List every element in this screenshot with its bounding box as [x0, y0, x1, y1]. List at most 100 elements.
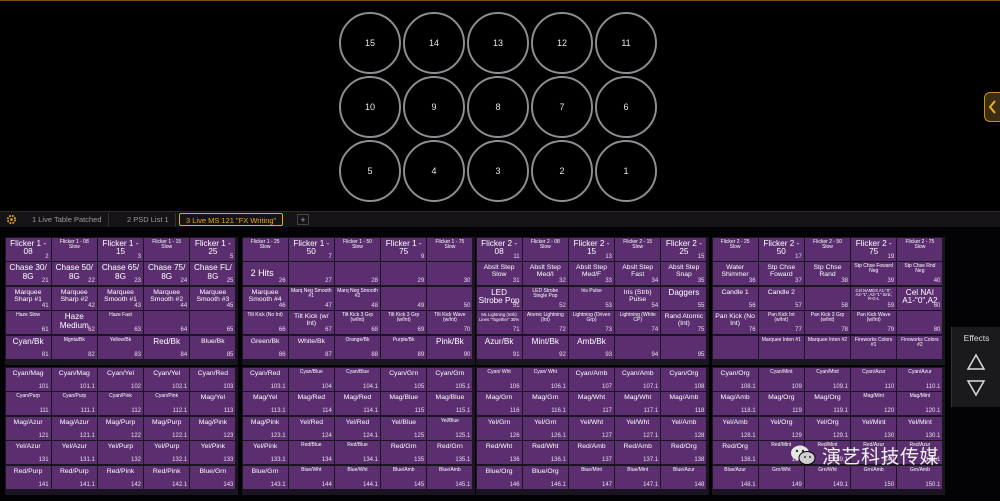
channel-circle[interactable]: 10: [339, 76, 401, 138]
effect-tile[interactable]: Mag/Yel 113: [190, 392, 236, 416]
effect-tile[interactable]: Flicker 1 - 75 Slow: [427, 237, 473, 261]
effect-tile[interactable]: Cyan/Mag 101.1: [51, 367, 97, 391]
arrow-up-icon[interactable]: [966, 353, 986, 371]
effect-tile[interactable]: Lightning (Driven Grp) 73: [569, 311, 614, 335]
effect-tile[interactable]: Marquee Smooth #3 45: [190, 286, 236, 310]
effect-tile[interactable]: Mag/Blue 115.1: [427, 392, 473, 416]
arrow-down-icon[interactable]: [966, 379, 986, 397]
effect-tile[interactable]: 27: [288, 262, 334, 286]
effect-tile[interactable]: Yel/Azur 131.1: [51, 441, 97, 465]
effect-tile[interactable]: Mag/Grn 116.1: [522, 392, 568, 416]
effect-tile[interactable]: Flicker 2 - 15 13: [569, 237, 614, 261]
effect-tile[interactable]: 80: [897, 311, 943, 335]
effect-tile[interactable]: Candle 1 56: [712, 286, 758, 310]
effect-tile[interactable]: Yel/Grn 126: [476, 416, 522, 440]
effect-tile[interactable]: 28: [335, 262, 380, 286]
effect-tile[interactable]: Cyan/Red 103: [190, 367, 236, 391]
effect-tile[interactable]: Yel/Wht 127.1: [615, 416, 661, 440]
effect-tile[interactable]: Haze Medium 62: [51, 311, 97, 335]
effect-tile[interactable]: Mag/Wht 117.1: [615, 392, 661, 416]
effect-tile[interactable]: 94: [615, 335, 661, 359]
effect-tile[interactable]: Blue/Azur 148: [661, 465, 707, 489]
effect-tile[interactable]: Cel NAMES A1-"0", A2-"1", A3-"1" Sink, R…: [851, 286, 897, 310]
channel-circle[interactable]: 11: [595, 12, 657, 74]
effect-tile[interactable]: Cyan/Amb 107: [569, 367, 614, 391]
channel-circle[interactable]: 12: [531, 12, 593, 74]
effect-tile[interactable]: [712, 335, 758, 359]
effect-tile[interactable]: Tilt Kick (No Int) 66: [242, 311, 288, 335]
effect-tile[interactable]: Yel/Mint 130: [851, 416, 897, 440]
effect-tile[interactable]: Red/Wht 136.1: [522, 441, 568, 465]
effect-tile[interactable]: Mag/Purp 122.1: [144, 416, 190, 440]
effect-tile[interactable]: Water Shimmer 36: [712, 262, 758, 286]
effect-tile[interactable]: Yel/Red 124.1: [335, 416, 380, 440]
effect-tile[interactable]: Flicker 1 - 08 Slow: [51, 237, 97, 261]
effect-tile[interactable]: Yel/Grn 126.1: [522, 416, 568, 440]
effect-tile[interactable]: Cyan/Pink 112.1: [144, 392, 190, 416]
effect-tile[interactable]: Mag/Blue 115: [381, 392, 427, 416]
effect-tile[interactable]: Yel/Blue 125.1: [427, 416, 473, 440]
effect-tile[interactable]: Iris Pulse 53: [569, 286, 614, 310]
effect-tile[interactable]: 58: [805, 286, 850, 310]
effect-tile[interactable]: Blue/Org 146.1: [522, 465, 568, 489]
effect-tile[interactable]: Yel/Purp 132: [98, 441, 143, 465]
effect-tile[interactable]: Fireworks Colors #2: [897, 335, 943, 359]
effect-tile[interactable]: Flicker 2 - 25 Slow: [712, 237, 758, 261]
effect-tile[interactable]: Flicker 1 - 50 7: [288, 237, 334, 261]
effect-tile[interactable]: Cel NAI A1-"0",A2 60: [897, 286, 943, 310]
effect-tile[interactable]: Mag/Purp 122: [98, 416, 143, 440]
effect-tile[interactable]: Red/Pink 142: [98, 465, 143, 489]
effect-tile[interactable]: Stp Chse Foward Neg 39: [851, 262, 897, 286]
effect-tile[interactable]: Daggers 55: [661, 286, 707, 310]
effect-tile[interactable]: Abslt Step Fast 34: [615, 262, 661, 286]
effect-tile[interactable]: Red/Amb 137.1: [615, 441, 661, 465]
effect-tile[interactable]: Chase 65/ 8G 23: [98, 262, 143, 286]
effect-tile[interactable]: Marq Neg Smooth #2 48: [335, 286, 380, 310]
side-panel-handle[interactable]: [984, 92, 1000, 122]
effect-tile[interactable]: Blue/Amb 145.1: [427, 465, 473, 489]
channel-circle[interactable]: 3: [467, 140, 529, 202]
effect-tile[interactable]: Abslt Step Med/F 33: [569, 262, 614, 286]
effect-tile[interactable]: 65: [190, 311, 236, 335]
effect-tile[interactable]: Atomic Lightning (Int) 72: [522, 311, 568, 335]
effect-tile[interactable]: Chase 30/ 8G 21: [5, 262, 51, 286]
effect-tile[interactable]: Red/Purp 141.1: [51, 465, 97, 489]
effect-tile[interactable]: Yel/Amb 128: [661, 416, 707, 440]
effect-tile[interactable]: Cyan/Red 103.1: [242, 367, 288, 391]
effect-tile[interactable]: Yel/Org 129.1: [805, 416, 850, 440]
effect-tile[interactable]: 49: [381, 286, 427, 310]
effect-tile[interactable]: Pan Kick Int (w/Int) 77: [758, 311, 804, 335]
effect-tile[interactable]: 50: [427, 286, 473, 310]
effect-tile[interactable]: Stp Chse Rand 38: [805, 262, 850, 286]
effect-tile[interactable]: Mag/Red 114.1: [335, 392, 380, 416]
effect-tile[interactable]: Mag/Amb 118: [661, 392, 707, 416]
effect-tile[interactable]: Mag/Org 119.1: [805, 392, 850, 416]
effect-tile[interactable]: Chase 75/ 8G 24: [144, 262, 190, 286]
effect-tile[interactable]: Mag/Grn 116: [476, 392, 522, 416]
effect-tile[interactable]: Yel/Amb 128.1: [712, 416, 758, 440]
effect-tile[interactable]: Mag/Amb 118.1: [712, 392, 758, 416]
effect-tile[interactable]: 95: [661, 335, 707, 359]
effect-tile[interactable]: Blue/Wht 144.1: [335, 465, 380, 489]
effect-tile[interactable]: Mag/Azur 121: [5, 416, 51, 440]
effect-tile[interactable]: Marquee Smooth #4 46: [242, 286, 288, 310]
effect-tile[interactable]: Mag/Mint 120: [851, 392, 897, 416]
effect-tile[interactable]: Cyan/Mint 109.1: [805, 367, 850, 391]
effect-tile[interactable]: Yel/Purp 132.1: [144, 441, 190, 465]
effect-tile[interactable]: Cyan/Org 108.1: [712, 367, 758, 391]
effect-tile[interactable]: Cyan/Blue 104.1: [335, 367, 380, 391]
effect-tile[interactable]: Amb/Bk 93: [569, 335, 614, 359]
effect-tile[interactable]: Iris (Strb) Pulse 54: [615, 286, 661, 310]
effect-tile[interactable]: Red/Org 138.1: [712, 441, 758, 465]
effect-tile[interactable]: Marquee Sharp #2 42: [51, 286, 97, 310]
effect-tile[interactable]: Yel/Red 124: [288, 416, 334, 440]
effect-tile[interactable]: Yel/Org 129: [758, 416, 804, 440]
effect-tile[interactable]: Flicker 2 - 25 15: [661, 237, 707, 261]
effect-tile[interactable]: Blue/Org 146: [476, 465, 522, 489]
effect-tile[interactable]: Flicker 1 - 15 3: [98, 237, 143, 261]
effect-tile[interactable]: Yel/Wht 127: [569, 416, 614, 440]
effect-tile[interactable]: Pan Kick 3 Grp (w/Int) 78: [805, 311, 850, 335]
effect-tile[interactable]: Mag/Pink 123: [190, 416, 236, 440]
channel-circle[interactable]: 13: [467, 12, 529, 74]
effect-tile[interactable]: Cyan/Grn 105.1: [427, 367, 473, 391]
